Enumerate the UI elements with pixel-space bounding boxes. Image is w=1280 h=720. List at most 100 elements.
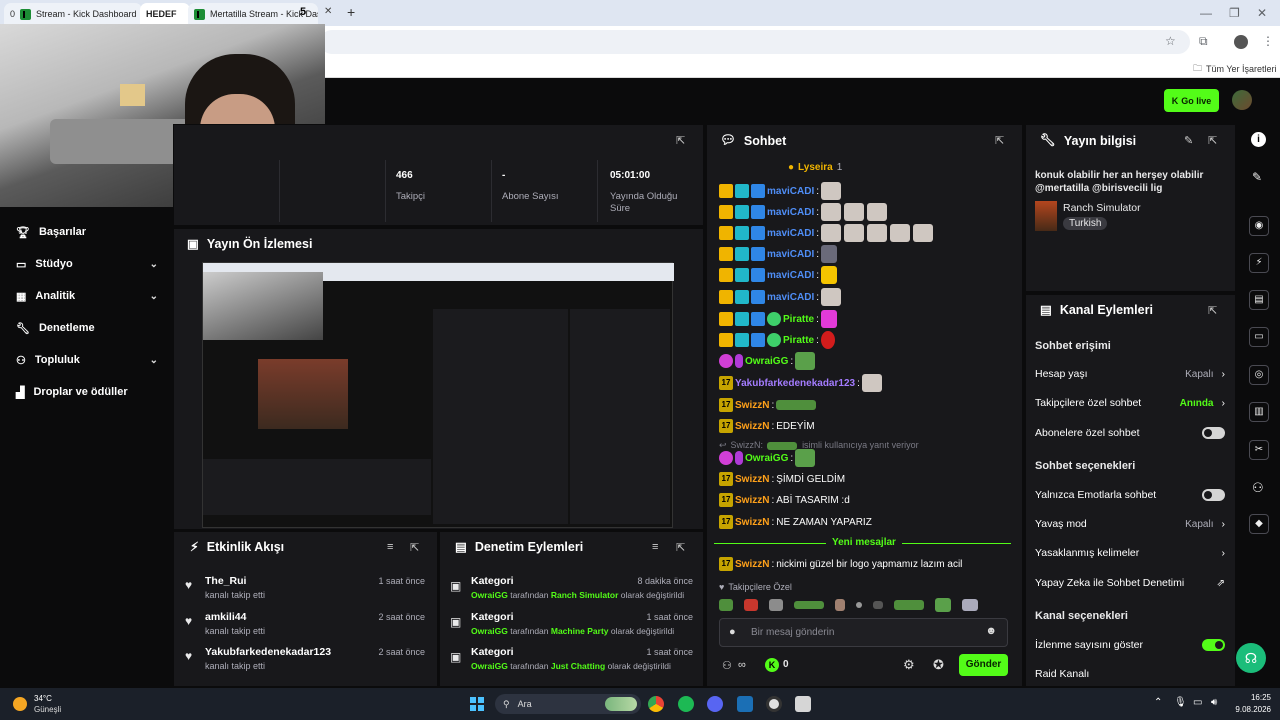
subs-only-toggle[interactable] bbox=[1202, 427, 1225, 439]
popout-icon[interactable]: ⇱ bbox=[676, 134, 685, 147]
chat-users-icon[interactable]: ⚇ bbox=[722, 659, 732, 672]
emote-icon[interactable] bbox=[873, 601, 883, 609]
bookmark-star-icon[interactable]: ☆ bbox=[1165, 34, 1176, 48]
infinity-icon[interactable]: ∞ bbox=[738, 659, 746, 671]
windows-start-icon[interactable] bbox=[470, 697, 484, 711]
emoji-icon[interactable]: ☻ bbox=[985, 625, 997, 637]
chat-username[interactable]: maviCADI bbox=[767, 228, 814, 239]
send-button[interactable]: Gönder bbox=[959, 654, 1008, 676]
display-icon[interactable]: ▭ bbox=[1193, 697, 1202, 708]
emote-icon[interactable] bbox=[835, 599, 845, 611]
tab-kick-dashboard[interactable]: 0 Stream - Kick Dashboard bbox=[4, 3, 142, 25]
account-age-row[interactable]: Hesap yaşı Kapalı › bbox=[1035, 367, 1225, 381]
chat-bubble-icon[interactable]: ▭ bbox=[1249, 327, 1269, 347]
volume-icon[interactable]: 🔊︎ bbox=[1211, 697, 1217, 708]
tab-hedef[interactable]: HEDEF bbox=[140, 3, 190, 25]
popout-icon[interactable]: ⇱ bbox=[410, 541, 419, 554]
emote-icon[interactable] bbox=[856, 602, 862, 608]
broadcast-icon[interactable]: ◎ bbox=[1249, 365, 1269, 385]
go-live-button[interactable]: K Go live bbox=[1164, 89, 1219, 112]
camera-icon[interactable]: ◉ bbox=[1249, 216, 1269, 236]
chat-username[interactable]: maviCADI bbox=[767, 207, 814, 218]
wrench-icon[interactable]: ✂ bbox=[1249, 440, 1269, 460]
chrome-icon[interactable] bbox=[648, 696, 664, 712]
avatar[interactable] bbox=[1232, 90, 1252, 110]
emote-only-toggle[interactable] bbox=[1202, 489, 1225, 501]
discord-icon[interactable] bbox=[707, 696, 723, 712]
emote-icon[interactable] bbox=[962, 599, 978, 611]
steam-icon[interactable] bbox=[737, 696, 753, 712]
stream-preview-video[interactable] bbox=[202, 262, 674, 528]
clipboard-icon[interactable]: ▤ bbox=[1249, 290, 1269, 310]
app-icon[interactable] bbox=[795, 696, 811, 712]
chat-username[interactable]: SwizzN bbox=[735, 400, 769, 411]
emote-icon[interactable] bbox=[935, 598, 951, 612]
edit-pencil-icon[interactable]: ✎ bbox=[1184, 134, 1193, 147]
chat-username[interactable]: Yakubfarkedenekadar123 bbox=[735, 378, 855, 389]
info-icon[interactable]: i bbox=[1251, 132, 1266, 147]
popout-icon[interactable]: ⇱ bbox=[1208, 304, 1217, 317]
chat-username[interactable]: OwraiGG bbox=[745, 453, 788, 464]
menu-kebab-icon[interactable]: ⋮ bbox=[1262, 34, 1274, 48]
chat-username[interactable]: SwizzN bbox=[735, 474, 769, 485]
chat-username[interactable]: SwizzN bbox=[735, 559, 769, 570]
chat-username[interactable]: maviCADI bbox=[767, 249, 814, 260]
new-tab-icon[interactable]: + bbox=[347, 4, 355, 20]
gear-icon[interactable]: ⚙ bbox=[903, 657, 915, 673]
ai-moderation-row[interactable]: Yapay Zeka ile Sohbet Denetimi ⇗ bbox=[1035, 576, 1225, 590]
chat-username[interactable]: SwizzN bbox=[735, 517, 769, 528]
gift-icon[interactable]: ◆ bbox=[1249, 514, 1269, 534]
moderation-actor[interactable]: OwraiGG bbox=[471, 661, 508, 671]
sidebar-item-analytics[interactable]: ▦ Analitik ⌄ bbox=[16, 286, 158, 306]
filter-icon[interactable]: ≡ bbox=[652, 541, 658, 553]
emote-icon[interactable] bbox=[719, 599, 733, 611]
sidebar-item-community[interactable]: ⚇ Topluluk ⌄ bbox=[16, 350, 158, 370]
moderation-actor[interactable]: OwraiGG bbox=[471, 626, 508, 636]
extensions-icon[interactable]: ⧉ bbox=[1199, 34, 1208, 49]
layout-icon[interactable]: ▥ bbox=[1249, 402, 1269, 422]
followers-only-row[interactable]: Takipçilere özel sohbet Anında › bbox=[1035, 396, 1225, 410]
chat-username[interactable]: Piratte bbox=[783, 314, 814, 325]
emote-icon[interactable] bbox=[894, 600, 924, 610]
mod-tools-icon[interactable]: ✪ bbox=[933, 657, 944, 673]
profile-icon[interactable] bbox=[1234, 35, 1248, 49]
support-headset-icon[interactable]: ☊ bbox=[1236, 643, 1266, 673]
lightning-icon[interactable]: ⚡︎ bbox=[1249, 253, 1269, 273]
emote-icon[interactable] bbox=[769, 599, 783, 611]
community-icon[interactable]: ⚇ bbox=[1252, 480, 1264, 496]
filter-icon[interactable]: ≡ bbox=[387, 541, 393, 553]
taskbar-search[interactable]: ⚲ Ara bbox=[495, 694, 641, 714]
chat-username[interactable]: SwizzN bbox=[735, 421, 769, 432]
chevron-up-icon[interactable]: ⌃ bbox=[1154, 697, 1162, 708]
activity-user[interactable]: Yakubfarkedenekadar123 bbox=[205, 646, 331, 658]
close-window-icon[interactable]: ✕ bbox=[1257, 6, 1267, 20]
chat-username[interactable]: maviCADI bbox=[767, 186, 814, 197]
spotify-icon[interactable] bbox=[678, 696, 694, 712]
microphone-icon[interactable]: 🎙︎ bbox=[1174, 697, 1187, 708]
address-input[interactable] bbox=[320, 30, 1190, 54]
emote-icon[interactable] bbox=[744, 599, 758, 611]
chat-username[interactable]: OwraiGG bbox=[745, 356, 788, 367]
banned-words-row[interactable]: Yasaklanmış kelimeler › bbox=[1035, 546, 1225, 560]
sidebar-item-drops[interactable]: ▟ Droplar ve ödüller bbox=[16, 382, 158, 402]
pinned-user[interactable]: ● Lyseira 1 bbox=[788, 162, 842, 173]
popout-icon[interactable]: ⇱ bbox=[1208, 134, 1217, 147]
activity-user[interactable]: amkili44 bbox=[205, 611, 246, 623]
activity-user[interactable]: The_Rui bbox=[205, 575, 246, 587]
chat-username[interactable]: Piratte bbox=[783, 335, 814, 346]
chat-input[interactable]: ● Bir mesaj gönderin ☻ bbox=[719, 618, 1008, 647]
emote-icon[interactable] bbox=[794, 601, 824, 609]
chat-username[interactable]: maviCADI bbox=[767, 292, 814, 303]
category-name[interactable]: Ranch Simulator bbox=[1063, 202, 1141, 214]
popout-icon[interactable]: ⇱ bbox=[676, 541, 685, 554]
minimize-icon[interactable]: — bbox=[1200, 6, 1212, 20]
show-viewers-toggle[interactable] bbox=[1202, 639, 1225, 651]
all-bookmarks[interactable]: 🗀 Tüm Yer İşaretleri bbox=[1193, 61, 1277, 77]
chat-username[interactable]: SwizzN bbox=[735, 495, 769, 506]
chat-username[interactable]: maviCADI bbox=[767, 270, 814, 281]
raid-row[interactable]: Raid Kanalı bbox=[1035, 667, 1225, 681]
close-tab-icon[interactable]: ✕ bbox=[324, 6, 332, 17]
maximize-icon[interactable]: ❐ bbox=[1229, 6, 1240, 20]
sidebar-item-studio[interactable]: ▭ Stüdyo ⌄ bbox=[16, 254, 158, 274]
sidebar-item-moderation[interactable]: 🔧︎ Denetleme bbox=[16, 318, 158, 338]
